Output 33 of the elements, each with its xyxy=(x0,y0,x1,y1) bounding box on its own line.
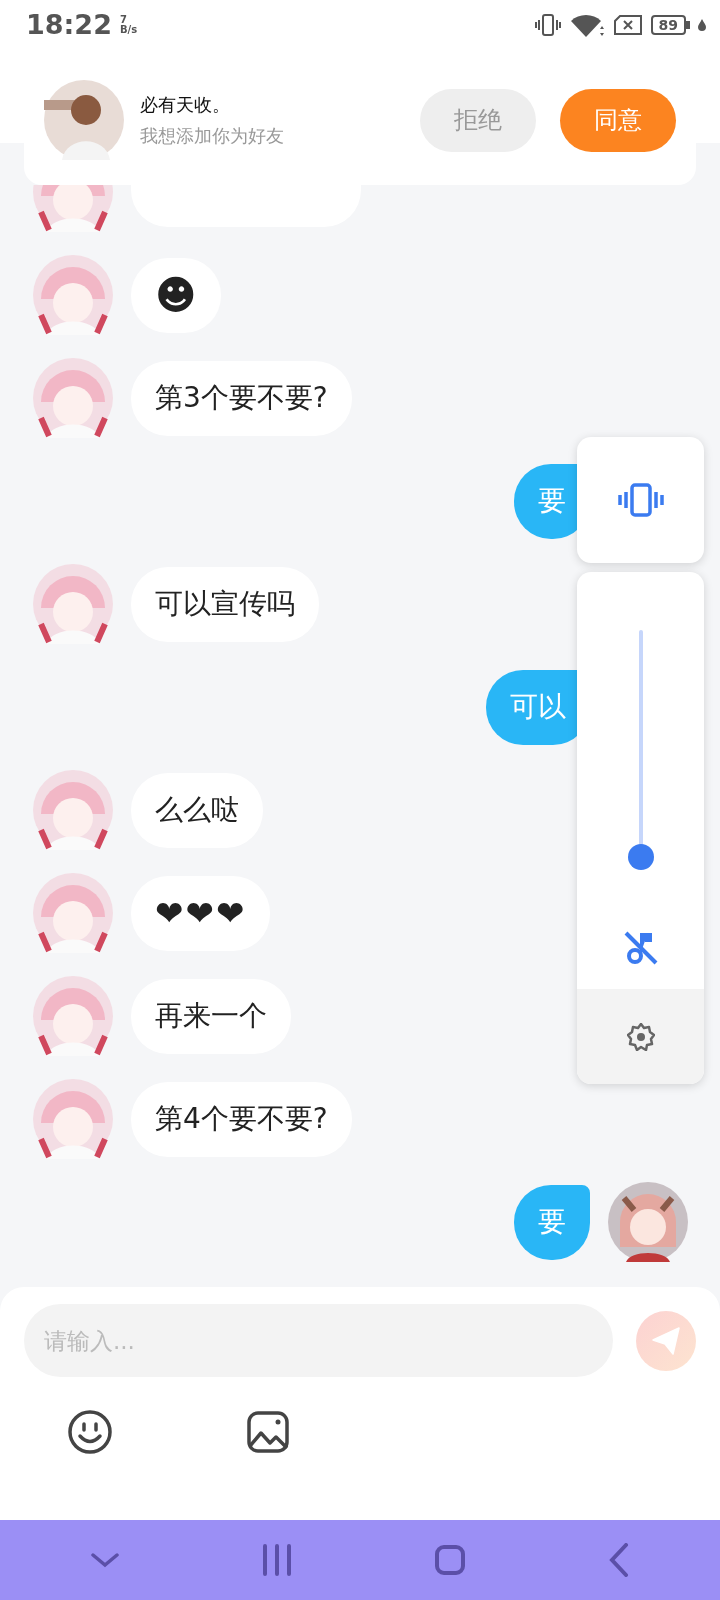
emoji-icon[interactable] xyxy=(67,1409,113,1455)
clock-time: 18:22 xyxy=(26,7,112,42)
decline-button[interactable]: 拒绝 xyxy=(420,88,536,152)
speed-unit: B/s xyxy=(119,25,138,35)
sender-name: 必有天收。 xyxy=(140,93,231,117)
music-off-icon[interactable] xyxy=(622,930,659,966)
vibrate-toggle[interactable] xyxy=(577,437,704,563)
message-bubble: 第3个要不要? xyxy=(131,360,352,436)
accept-button[interactable]: 同意 xyxy=(560,88,676,152)
paper-plane-icon xyxy=(651,1325,681,1356)
emoji-message: ☻ xyxy=(131,257,221,333)
vibrate-icon[interactable] xyxy=(617,483,664,517)
message-bubble: 第4个要不要? xyxy=(131,1081,352,1157)
message-bubble: 么么哒 xyxy=(131,772,263,848)
vibrate-icon xyxy=(534,12,561,38)
hearts-message: ❤❤❤ xyxy=(131,875,271,951)
settings-icon[interactable] xyxy=(626,1022,655,1051)
slider-thumb[interactable] xyxy=(627,844,654,870)
home-icon[interactable] xyxy=(434,1544,467,1576)
battery-level: 89 xyxy=(650,15,686,35)
recent-apps-icon[interactable] xyxy=(261,1544,292,1576)
chevron-down-icon[interactable] xyxy=(91,1552,120,1568)
back-icon[interactable] xyxy=(608,1543,629,1577)
drop-icon xyxy=(698,19,706,31)
no-sim-icon xyxy=(612,14,643,36)
speed-value: 7 xyxy=(119,15,128,25)
image-icon[interactable] xyxy=(246,1410,290,1454)
message-bubble: 要 xyxy=(514,1184,590,1260)
message-input[interactable]: 请输入... xyxy=(24,1304,613,1377)
request-message: 我想添加你为好友 xyxy=(140,124,285,148)
battery-tip-icon xyxy=(686,21,690,29)
message-bubble: 再来一个 xyxy=(131,978,291,1054)
message-bubble: 可以宣传吗 xyxy=(131,566,319,642)
